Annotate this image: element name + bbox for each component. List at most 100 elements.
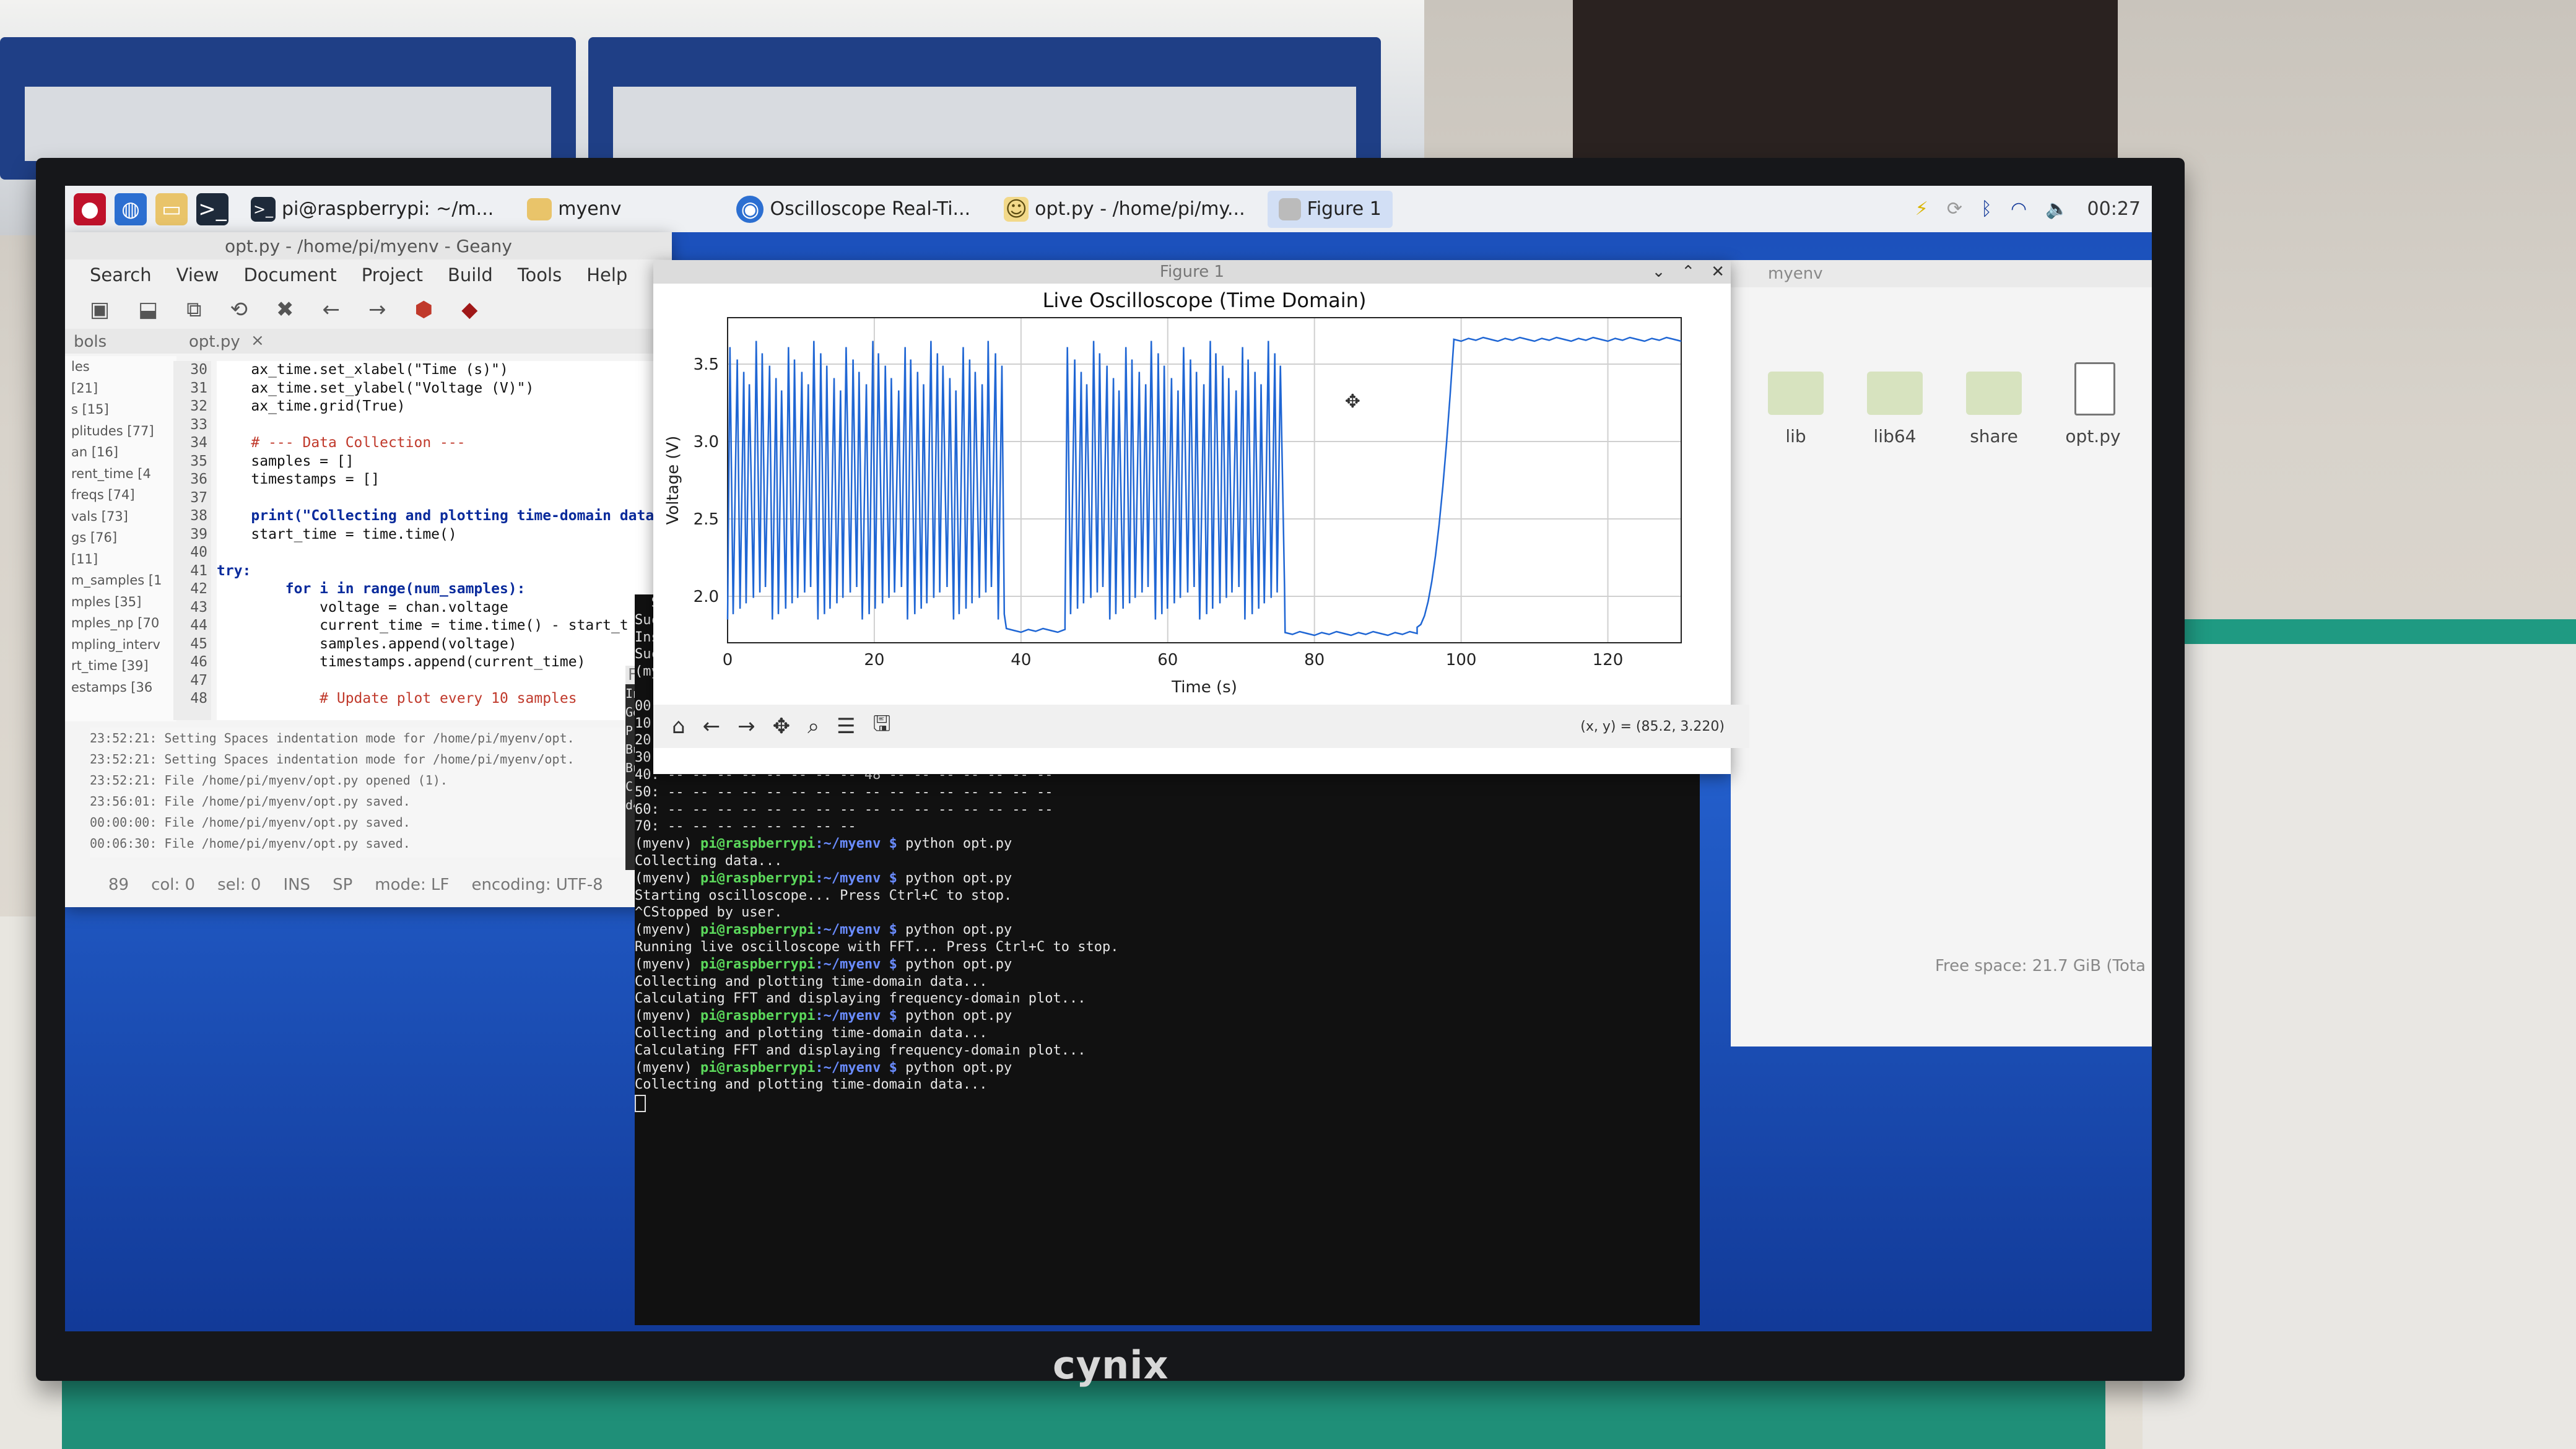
symbol-item: rt_time [39] [71,658,149,673]
volume-icon[interactable]: 🔈 [2045,198,2068,220]
folder-icon[interactable] [1768,372,1824,415]
terminal-line: (myenv) pi@raspberrypi:~/myenv $ python … [635,1060,1700,1077]
folder-icon[interactable] [1867,372,1923,415]
file-label-lib[interactable]: lib [1752,426,1839,446]
task-terminal[interactable]: >_ pi@raspberrypi: ~/m... [240,191,505,228]
pan-icon[interactable]: ✥ [773,714,791,739]
line-number: 38 [190,508,207,524]
status-field: INS [283,876,311,894]
zoom-icon[interactable]: ⌕ [807,714,819,739]
window-icon [1278,198,1301,220]
folder-icon[interactable] [1966,372,2022,415]
line-number: 36 [190,471,207,487]
status-field: SP [333,876,353,894]
symbol-item: mpling_interv [71,637,160,652]
terminal-launcher-icon[interactable]: >_ [196,193,228,225]
home-icon[interactable]: ⌂ [672,714,685,739]
wifi-icon[interactable]: ◠ [2011,198,2027,220]
close-icon[interactable]: ✕ [1711,263,1725,281]
oscilloscope-chart[interactable]: Live Oscilloscope (Time Domain) 0 20 40 60 80… [653,284,1731,705]
tab-strip: bols opt.py × [65,329,672,354]
figure-titlebar[interactable]: Figure 1 ⌄ ⌃ ✕ [653,260,1731,284]
save-figure-icon[interactable]: 🖫 [873,709,891,744]
geany-titlebar[interactable]: opt.py - /home/pi/myenv - Geany [65,232,672,259]
x-tick-label: 100 [1446,651,1477,669]
sidebar-tab-symbols[interactable]: bols [74,333,107,351]
line-number-gutter: 30 31 32 33 34 35 36 37 38 39 40 41 42 43 44 45 46 47 48 [173,361,211,720]
task-figure[interactable]: Figure 1 [1267,190,1393,228]
file-label-opt-py[interactable]: opt.py [2050,426,2136,446]
update-icon[interactable]: ⟳ [1947,198,1962,220]
file-label-share[interactable]: share [1951,426,2037,446]
save-all-icon[interactable]: ⧉ [186,297,201,322]
raspberry-menu-icon[interactable]: ● [74,193,106,225]
command-text: python opt.py [905,956,1012,972]
line-number: 41 [190,562,207,579]
output-text: Collecting and plotting time-domain data… [635,973,988,990]
figure-window-title: Figure 1 [1159,263,1225,281]
symbol-item: m_samples [1 [71,573,162,588]
message-line: 23:52:21: Setting Spaces indentation mod… [90,752,575,767]
bluetooth-icon[interactable]: ᛒ [1981,198,1992,220]
back-icon[interactable]: ← [703,714,721,739]
text-file-icon[interactable] [2074,362,2115,416]
line-number: 37 [190,489,207,506]
monitor-brand-logo: cynix [1053,1342,1169,1388]
menu-tools[interactable]: Tools [518,264,562,285]
menu-search[interactable]: Search [90,264,152,285]
clock[interactable]: 00:27 [2087,198,2141,220]
close-icon[interactable]: ✖ [276,297,294,322]
back-icon[interactable]: ← [323,297,341,322]
compile-icon[interactable]: ⬢ [415,297,433,322]
close-tab-icon[interactable]: × [251,331,264,350]
taskbar: ● ◍ ▭ >_ >_ pi@raspberrypi: ~/m... myenv… [65,186,2152,232]
prompt-path: :~/myenv $ [815,1008,906,1024]
terminal-line: ^CStopped by user. [635,904,1700,921]
task-label: opt.py - /home/pi/my... [1035,198,1245,220]
symbol-item: gs [76] [71,530,118,545]
terminal-line: Collecting and plotting time-domain data… [635,1025,1700,1042]
menu-help[interactable]: Help [586,264,627,285]
file-manager-icon[interactable]: ▭ [155,193,188,225]
open-icon[interactable]: ▣ [90,297,110,322]
minimize-icon[interactable]: ⌄ [1652,263,1666,281]
tab-opt-py[interactable]: opt.py [189,333,240,351]
forward-icon[interactable]: → [738,714,755,739]
output-text: Collecting and plotting time-domain data… [635,1025,988,1041]
maximize-icon[interactable]: ⌃ [1681,263,1695,281]
code-editor[interactable]: ax_time.set_xlabel("Time (s)") ax_time.s… [217,361,669,720]
menu-view[interactable]: View [176,264,219,285]
status-field: sel: 0 [217,876,261,894]
y-tick-label: 2.0 [694,588,719,606]
save-icon[interactable]: ⬓ [138,297,158,322]
menu-project[interactable]: Project [362,264,423,285]
task-chromium[interactable]: ◉ Oscilloscope Real-Ti... [725,191,981,228]
revert-icon[interactable]: ⟲ [230,297,248,322]
y-axis-label: Voltage (V) [664,436,682,525]
build-icon[interactable]: ◆ [461,297,477,322]
configure-subplots-icon[interactable]: ☰ [837,714,855,739]
output-text: 60: -- -- -- -- -- -- -- -- -- -- -- -- … [635,801,1053,817]
output-text: Calculating FFT and displaying frequency… [635,1042,1086,1058]
menu-document[interactable]: Document [243,264,336,285]
prompt-path: :~/myenv $ [815,922,906,938]
code-line: timestamps = [] [217,471,380,487]
prompt-env: (myenv) [635,922,700,938]
x-tick-label: 40 [1011,651,1031,669]
web-browser-icon[interactable]: ◍ [115,193,147,225]
terminal-line: Calculating FFT and displaying frequency… [635,990,1700,1007]
chromium-icon: ◉ [736,195,764,223]
forward-icon[interactable]: → [368,297,386,322]
code-line: timestamps.append(current_time) [217,654,586,670]
task-geany[interactable]: ☺ opt.py - /home/pi/my... [993,191,1256,228]
code-line: start_time = time.time() [217,526,457,542]
menu-build[interactable]: Build [448,264,493,285]
task-file-manager[interactable]: myenv [516,191,632,228]
terminal-line: Calculating FFT and displaying frequency… [635,1042,1700,1060]
code-line: ax_time.set_ylabel("Voltage (V)") [217,380,534,396]
lightning-icon[interactable]: ⚡ [1915,198,1928,220]
x-tick-label: 60 [1157,651,1178,669]
file-label-lib64[interactable]: lib64 [1852,426,1938,446]
